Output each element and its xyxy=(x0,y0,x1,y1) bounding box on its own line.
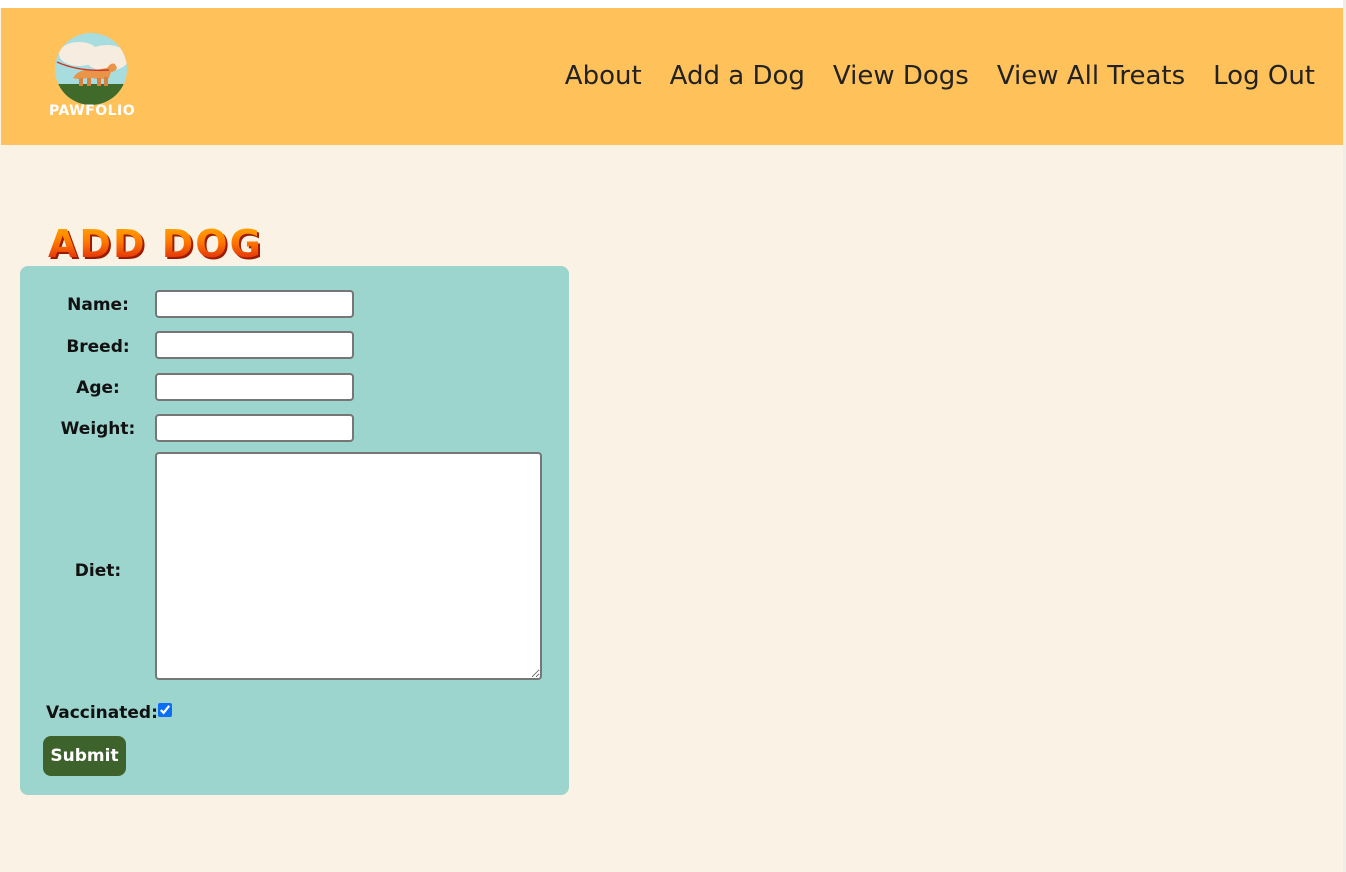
age-input[interactable] xyxy=(155,373,354,401)
submit-button[interactable]: Submit xyxy=(43,736,126,776)
vaccinated-checkbox[interactable] xyxy=(158,703,172,717)
nav-link-view-all-treats[interactable]: View All Treats xyxy=(997,58,1185,94)
pawfolio-logo[interactable]: PAWFOLIO xyxy=(49,32,135,122)
diet-label: Diet: xyxy=(74,561,122,581)
dog-walking-logo-icon xyxy=(55,33,127,105)
diet-textarea[interactable] xyxy=(155,452,542,680)
weight-label: Weight: xyxy=(60,419,136,439)
main-nav: About Add a Dog View Dogs View All Treat… xyxy=(565,58,1315,94)
add-dog-form: Name: Breed: Age: Weight: Diet: Vaccinat… xyxy=(20,266,569,795)
vaccinated-label: Vaccinated: xyxy=(46,703,158,723)
nav-link-add-a-dog[interactable]: Add a Dog xyxy=(670,58,805,94)
page-title: Add Dog xyxy=(48,222,263,267)
breed-input[interactable] xyxy=(155,331,354,359)
nav-link-view-dogs[interactable]: View Dogs xyxy=(833,58,969,94)
nav-link-about[interactable]: About xyxy=(565,58,642,94)
brand-name: PAWFOLIO xyxy=(49,103,136,119)
top-strip xyxy=(0,0,1346,8)
breed-label: Breed: xyxy=(66,337,130,357)
nav-link-log-out[interactable]: Log Out xyxy=(1213,58,1315,94)
name-label: Name: xyxy=(67,295,129,315)
weight-input[interactable] xyxy=(155,414,354,442)
navbar: PAWFOLIO About Add a Dog View Dogs View … xyxy=(1,8,1343,145)
age-label: Age: xyxy=(76,378,120,398)
name-input[interactable] xyxy=(155,290,354,318)
